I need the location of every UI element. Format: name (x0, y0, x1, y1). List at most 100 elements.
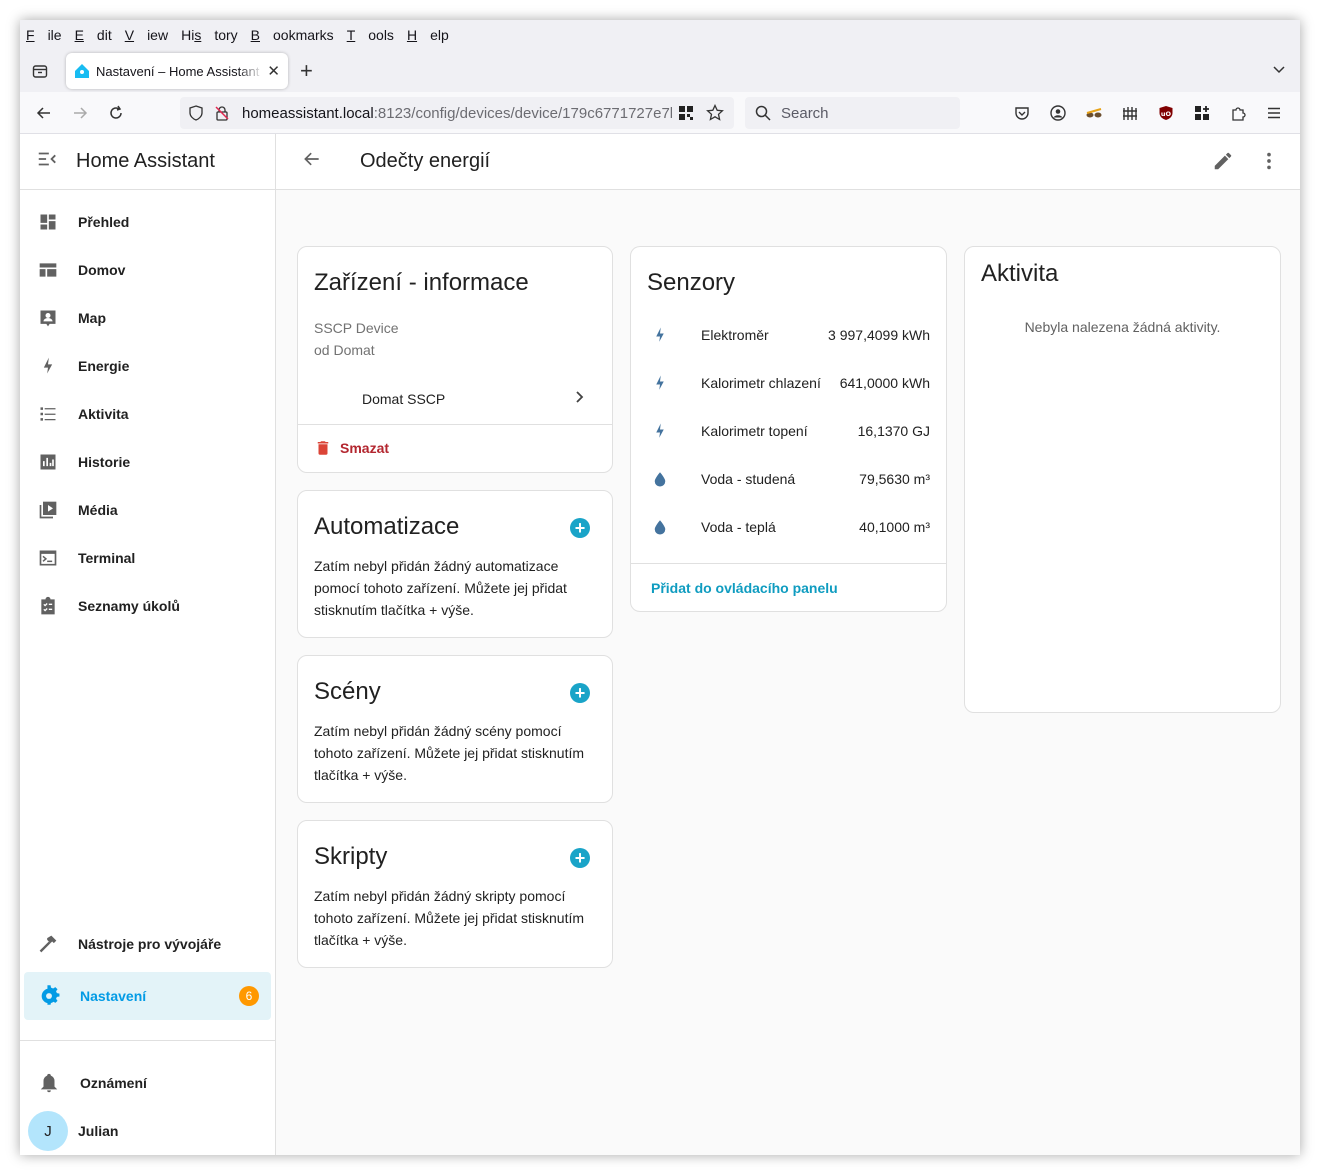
home-assistant-app: Home Assistant Přehled Domov Map Energie… (20, 134, 1300, 1155)
sidebar-item-notifications[interactable]: Oznámení (20, 1059, 275, 1107)
device-info-card: Zařízení - informace SSCP Device od Doma… (297, 246, 613, 473)
search-icon (755, 105, 771, 121)
integration-row[interactable]: Domat SSCP (298, 375, 612, 423)
trash-icon (317, 441, 329, 455)
scripts-title: Skripty (314, 843, 388, 870)
water-drop-icon (654, 472, 666, 487)
sidebar-item-history[interactable]: Historie (20, 438, 275, 486)
sidebar-item-profile[interactable]: J Julian (20, 1107, 275, 1155)
sensor-row[interactable]: Elektroměr 3 997,4099 kWh (631, 311, 946, 359)
sensor-row[interactable]: Kalorimetr chlazení 641,0000 kWh (631, 359, 946, 407)
sidebar-item-todo[interactable]: Seznamy úkolů (20, 582, 275, 630)
delete-button[interactable]: Smazat (314, 439, 389, 457)
back-arrow-icon[interactable] (26, 105, 62, 121)
tab-active[interactable]: Nastavení – Home Assistant ✕ (66, 53, 288, 89)
scenes-title: Scény (314, 678, 381, 705)
sidebar-title: Home Assistant (76, 150, 215, 172)
sidebar-item-activity[interactable]: Aktivita (20, 390, 275, 438)
sidebar-item-map[interactable]: Map (20, 294, 275, 342)
activity-card: Aktivita Nebyla nalezena žádná aktivity. (964, 246, 1281, 713)
more-vertical-icon[interactable] (1258, 150, 1280, 177)
bell-icon (40, 1073, 58, 1093)
scripts-card: Skripty + Zatím nebyl přidán žádný skrip… (297, 820, 613, 968)
svg-text:uO: uO (1161, 110, 1172, 118)
list-tabs-chevron-icon[interactable] (1272, 62, 1286, 81)
url-bar[interactable]: homeassistant.local:8123/config/devices/… (180, 97, 734, 129)
lightning-icon (656, 327, 664, 342)
home-assistant-favicon-icon (75, 64, 89, 78)
extension-grid-plus-icon[interactable] (1184, 105, 1220, 121)
back-arrow-icon[interactable] (302, 149, 322, 174)
bookmark-star-icon[interactable] (706, 104, 724, 122)
add-to-dashboard-button[interactable]: Přidat do ovládacího panelu (651, 580, 838, 596)
sidebar-item-overview[interactable]: Přehled (20, 198, 275, 246)
search-bar[interactable]: Search (745, 97, 960, 129)
extension-glasses-icon[interactable] (1076, 105, 1112, 121)
menu-view[interactable]: View (125, 27, 168, 43)
water-drop-icon (654, 520, 666, 535)
edit-pencil-icon[interactable] (1212, 150, 1234, 177)
new-tab-icon[interactable]: + (300, 58, 313, 84)
ublock-origin-icon[interactable]: uO (1148, 105, 1184, 121)
account-icon[interactable] (1040, 105, 1076, 121)
menu-file[interactable]: File (26, 27, 62, 43)
sidebar-item-media[interactable]: Média (20, 486, 275, 534)
add-script-button[interactable]: + (570, 848, 590, 868)
sidebar-item-dev-tools[interactable]: Nástroje pro vývojáře (20, 920, 275, 968)
url-host: homeassistant.local (242, 104, 374, 122)
chart-icon (40, 454, 56, 470)
menu-collapse-icon[interactable] (36, 148, 58, 175)
menu-tools[interactable]: Tools (347, 27, 394, 43)
firefox-view-icon[interactable] (20, 63, 60, 79)
lightning-icon (656, 375, 664, 390)
sidebar-bottom: Nástroje pro vývojáře Nastavení 6 Oznáme… (20, 920, 275, 1155)
search-placeholder: Search (781, 104, 829, 122)
extensions-puzzle-icon[interactable] (1220, 105, 1256, 121)
menu-edit[interactable]: Edit (75, 27, 112, 43)
reload-icon[interactable] (98, 105, 134, 121)
scenes-card: Scény + Zatím nebyl přidán žádný scény p… (297, 655, 613, 803)
menu-bar: File Edit View His tory Bookmarks Tools H… (20, 20, 1300, 50)
sensor-row[interactable]: Voda - studená 79,5630 m³ (631, 455, 946, 503)
menu-history[interactable]: His tory (181, 27, 238, 43)
page-toolbar: Odečty energií (276, 134, 1300, 190)
page-title: Odečty energií (360, 150, 491, 172)
add-scene-button[interactable]: + (570, 683, 590, 703)
scripts-text: Zatím nebyl přidán žádný skripty pomocí … (314, 888, 585, 948)
nav-bar: homeassistant.local:8123/config/devices/… (20, 92, 1300, 134)
close-tab-icon[interactable]: ✕ (267, 62, 280, 80)
extension-fence-icon[interactable] (1112, 105, 1148, 121)
qr-code-icon[interactable] (678, 105, 694, 121)
menu-help[interactable]: Help (407, 27, 449, 43)
forward-arrow-icon[interactable] (62, 105, 98, 121)
sensors-card: Senzory Elektroměr 3 997,4099 kWh Kalori… (630, 246, 947, 612)
hammer-icon (39, 935, 57, 953)
insecure-lock-icon[interactable] (214, 105, 230, 121)
sidebar-header: Home Assistant (20, 134, 275, 190)
shield-icon[interactable] (188, 105, 204, 121)
sidebar-item-energy[interactable]: Energie (20, 342, 275, 390)
menu-bookmarks[interactable]: Bookmarks (251, 27, 334, 43)
sensor-row[interactable]: Kalorimetr topení 16,1370 GJ (631, 407, 946, 455)
sidebar-nav: Přehled Domov Map Energie Aktivita Histo… (20, 190, 275, 630)
device-info-title: Zařízení - informace (314, 269, 529, 296)
view-icon (39, 263, 57, 277)
sidebar-item-settings[interactable]: Nastavení 6 (24, 972, 271, 1020)
sensor-row[interactable]: Voda - teplá 40,1000 m³ (631, 503, 946, 551)
settings-badge: 6 (239, 986, 259, 1006)
lightning-icon (656, 423, 664, 438)
pocket-icon[interactable] (1004, 105, 1040, 121)
sidebar-item-home[interactable]: Domov (20, 246, 275, 294)
tab-title: Nastavení – Home Assistant (96, 63, 260, 79)
automations-text: Zatím nebyl přidán žádný automatizace po… (314, 558, 567, 618)
media-icon (39, 501, 57, 519)
sidebar-item-terminal[interactable]: Terminal (20, 534, 275, 582)
add-automation-button[interactable]: + (570, 518, 590, 538)
scenes-text: Zatím nebyl přidán žádný scény pomocí to… (314, 723, 585, 783)
map-icon (40, 310, 56, 327)
app-menu-icon[interactable] (1256, 105, 1292, 121)
chevron-right-icon (572, 390, 586, 409)
activity-empty-text: Nebyla nalezena žádná aktivity. (1024, 319, 1221, 335)
avatar: J (28, 1111, 68, 1151)
sidebar: Home Assistant Přehled Domov Map Energie… (20, 134, 276, 1155)
